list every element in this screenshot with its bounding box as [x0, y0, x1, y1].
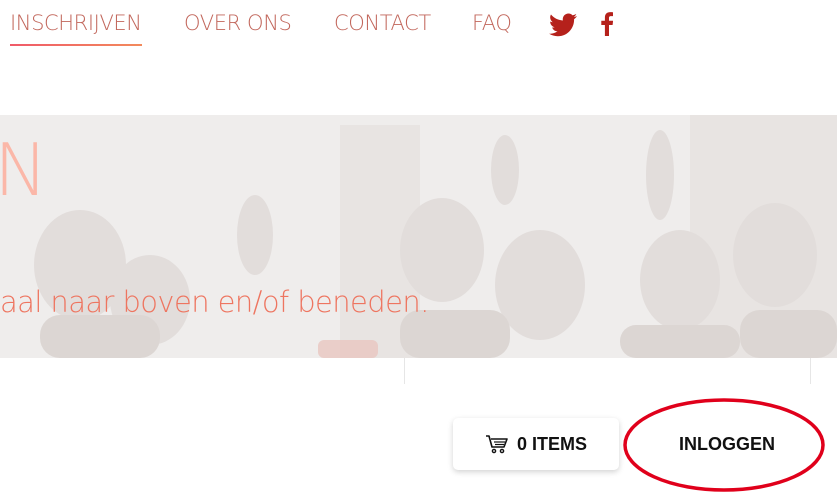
hero-subtitle: aal naar boven en/of beneden. [0, 285, 429, 319]
hero-title: N [0, 128, 48, 212]
cart-button[interactable]: 0 ITEMS [453, 418, 619, 470]
column-divider [404, 358, 405, 384]
main-nav: INSCHRIJVEN OVER ONS CONTACT FAQ [0, 0, 837, 60]
login-label: INLOGGEN [678, 433, 775, 454]
nav-link-contact[interactable]: CONTACT [334, 10, 431, 36]
nav-link-over-ons[interactable]: OVER ONS [184, 10, 292, 36]
login-button[interactable]: INLOGGEN [640, 418, 814, 470]
cart-icon [485, 435, 508, 454]
column-divider [810, 358, 811, 384]
nav-link-inschrijven[interactable]: INSCHRIJVEN [10, 10, 142, 46]
cart-count-label: 0 ITEMS [516, 433, 587, 454]
hero-banner: N aal naar boven en/of beneden. [0, 115, 837, 358]
facebook-icon[interactable] [601, 11, 615, 37]
twitter-icon[interactable] [549, 11, 577, 37]
nav-link-faq[interactable]: FAQ [472, 10, 512, 36]
